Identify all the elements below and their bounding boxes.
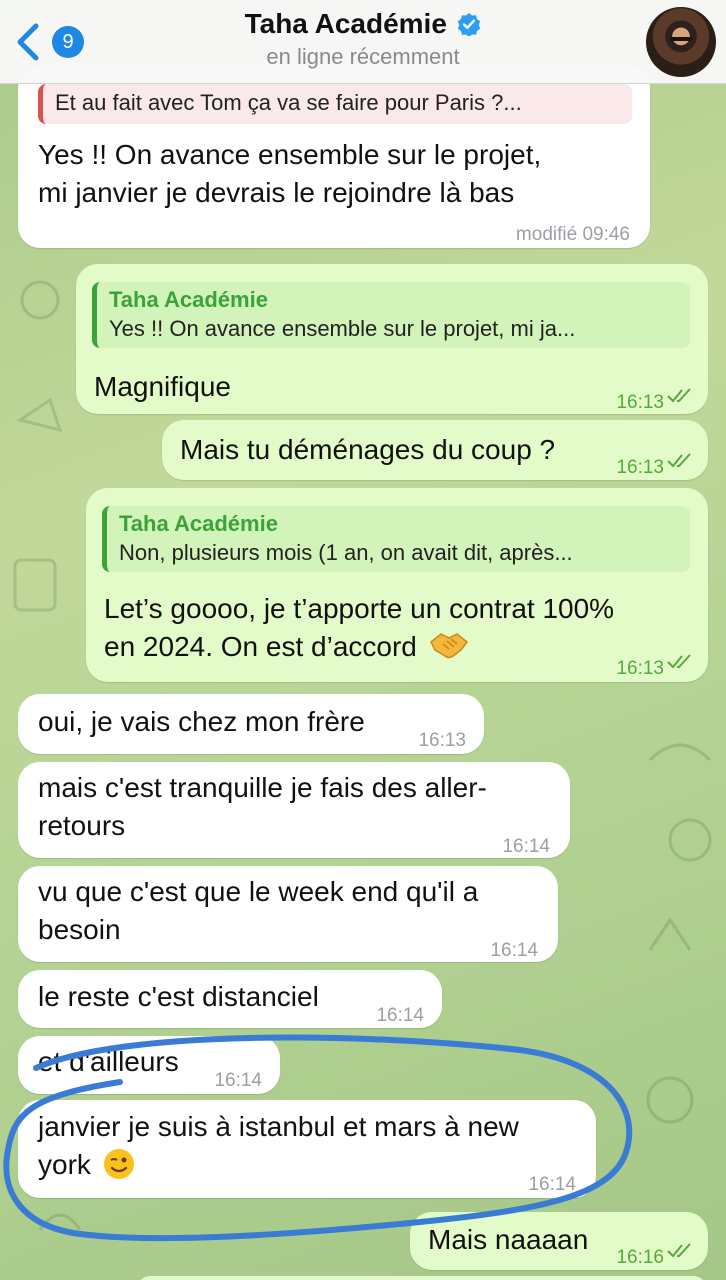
- reply-author: Taha Académie: [119, 511, 278, 536]
- message-text: et d'ailleurs: [38, 1046, 179, 1077]
- message-time: 16:14: [502, 836, 550, 857]
- message-text: le reste c'est distanciel: [38, 981, 319, 1012]
- message-time: 16:14: [376, 1005, 424, 1026]
- message-text: retours: [38, 810, 126, 841]
- message-time: 16:14: [214, 1070, 262, 1091]
- reply-quote[interactable]: Et au fait avec Tom ça va se faire pour …: [38, 84, 632, 124]
- message-bubble-incoming[interactable]: le reste c'est distanciel 16:14: [18, 970, 442, 1028]
- message-bubble-outgoing-partial[interactable]: [136, 1276, 708, 1280]
- message-text: Let’s goooo, je t’apporte un contrat 100…: [104, 593, 615, 624]
- double-check-icon: [667, 654, 691, 669]
- reply-quote-text: Non, plusieurs mois (1 an, on avait dit,…: [119, 540, 573, 565]
- winking-face-icon: [103, 1149, 134, 1179]
- message-bubble-outgoing[interactable]: Mais naaaan 16:16: [410, 1212, 708, 1270]
- chat-status: en ligne récemment: [266, 44, 460, 69]
- reply-quote[interactable]: Taha Académie Non, plusieurs mois (1 an,…: [102, 506, 690, 572]
- message-time: 16:16: [616, 1247, 664, 1268]
- message-text: janvier je suis à istanbul et mars à new: [38, 1111, 519, 1142]
- double-check-icon: [667, 453, 691, 468]
- double-check-icon: [667, 388, 691, 403]
- message-bubble-incoming[interactable]: mais c'est tranquille je fais des aller-…: [18, 762, 570, 858]
- message-time: 16:13: [616, 457, 664, 478]
- reply-quote[interactable]: Taha Académie Yes !! On avance ensemble …: [92, 282, 690, 348]
- message-text: mais c'est tranquille je fais des aller-: [38, 772, 487, 803]
- message-text: en 2024. On est d’accord: [104, 631, 417, 662]
- message-text: york: [38, 1149, 91, 1180]
- message-text: vu que c'est que le week end qu'il a: [38, 876, 479, 907]
- message-text: Magnifique: [94, 371, 231, 402]
- message-text: besoin: [38, 914, 121, 945]
- message-bubble-incoming[interactable]: et d'ailleurs 16:14: [18, 1036, 280, 1094]
- back-button[interactable]: 9: [12, 18, 84, 66]
- message-bubble-incoming[interactable]: Et au fait avec Tom ça va se faire pour …: [18, 66, 650, 248]
- message-text: mi janvier je devrais le rejoindre là ba…: [38, 177, 515, 208]
- message-text: oui, je vais chez mon frère: [38, 706, 365, 737]
- message-bubble-incoming[interactable]: vu que c'est que le week end qu'il a bes…: [18, 866, 558, 962]
- chat-header: 9 Taha Académie en ligne récemment: [0, 0, 726, 84]
- message-bubble-outgoing[interactable]: Mais tu déménages du coup ? 16:13: [162, 420, 708, 480]
- unread-count-badge: 9: [52, 26, 84, 58]
- message-text: Mais tu déménages du coup ?: [180, 434, 556, 465]
- message-bubble-incoming[interactable]: oui, je vais chez mon frère 16:13: [18, 694, 484, 754]
- chat-title: Taha Académie: [244, 8, 447, 39]
- message-time: 16:14: [490, 940, 538, 961]
- double-check-icon: [667, 1243, 691, 1258]
- chevron-left-icon: [17, 23, 39, 61]
- message-time: 16:13: [418, 730, 466, 751]
- handshake-icon: [429, 633, 468, 659]
- reply-quote-text: Yes !! On avance ensemble sur le projet,…: [109, 316, 576, 341]
- message-time: 16:14: [528, 1174, 576, 1195]
- message-bubble-outgoing[interactable]: Taha Académie Non, plusieurs mois (1 an,…: [86, 488, 708, 682]
- verified-badge-icon: [458, 13, 481, 36]
- reply-author: Taha Académie: [109, 287, 268, 312]
- message-time: 16:13: [616, 392, 664, 413]
- reply-quote-text: Et au fait avec Tom ça va se faire pour …: [55, 90, 522, 115]
- message-time: 16:13: [616, 658, 664, 679]
- chat-title-area[interactable]: Taha Académie en ligne récemment: [160, 8, 566, 70]
- message-text: Mais naaaan: [428, 1224, 589, 1255]
- message-bubble-outgoing[interactable]: Taha Académie Yes !! On avance ensemble …: [76, 264, 708, 414]
- message-text: Yes !! On avance ensemble sur le projet,: [38, 139, 542, 170]
- message-bubble-incoming[interactable]: janvier je suis à istanbul et mars à new…: [18, 1100, 596, 1198]
- message-time: modifié 09:46: [515, 224, 630, 245]
- avatar[interactable]: [646, 7, 716, 77]
